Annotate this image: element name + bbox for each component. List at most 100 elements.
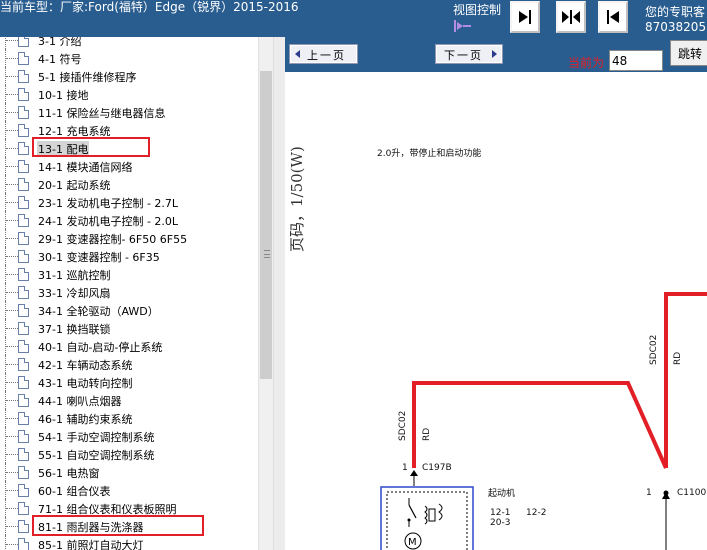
- annotation-box-81-1: [32, 515, 204, 536]
- document-icon: [18, 106, 29, 119]
- tree-item[interactable]: 23-1 发动机电子控制 - 2.7L: [0, 193, 258, 211]
- document-icon: [18, 466, 29, 479]
- split-view-button[interactable]: [556, 1, 586, 33]
- tree-branch: [6, 436, 18, 437]
- tree-branch: [6, 166, 18, 167]
- document-icon: [18, 430, 29, 443]
- tree-connector: [5, 37, 6, 49]
- starter-label: 起动机: [488, 489, 516, 499]
- chapter-tree: 3-1 介绍 4-1 符号 5-1 接插件维修程序 10-1 接地 11-1 保险丝与继…: [0, 37, 258, 550]
- tree-item[interactable]: 42-1 车辆动态系统: [0, 355, 258, 373]
- tree-item[interactable]: 5-1 接插件维修程序: [0, 67, 258, 85]
- tree-item[interactable]: 55-1 自动空调控制系统: [0, 445, 258, 463]
- tree-branch: [6, 112, 18, 113]
- document-icon: [18, 412, 29, 425]
- tree-item[interactable]: 10-1 接地: [0, 85, 258, 103]
- tree-item-label: 3-1 介绍: [38, 37, 82, 48]
- tree-branch: [6, 292, 18, 293]
- tree-branch: [6, 220, 18, 221]
- tree-item[interactable]: 46-1 辅助约束系统: [0, 409, 258, 427]
- tree-item[interactable]: 30-1 变速器控制 - 6F35: [0, 247, 258, 265]
- document-icon: [18, 484, 29, 497]
- annotation-box-13-1: [32, 137, 150, 157]
- tree-item[interactable]: 14-1 模块通信网络: [0, 157, 258, 175]
- tree-item-label: 85-1 前照灯自动大灯: [38, 539, 144, 550]
- tree-branch: [6, 94, 18, 95]
- tree-branch: [6, 58, 18, 59]
- tree-item-label: 29-1 变速器控制- 6F50 6F55: [38, 233, 188, 246]
- document-icon: [18, 250, 29, 263]
- view-control-icon: [454, 20, 471, 32]
- tree-branch: [6, 148, 18, 149]
- page-number-input[interactable]: [609, 50, 663, 71]
- tree-branch: [6, 418, 18, 419]
- tree-item[interactable]: 29-1 变速器控制- 6F50 6F55: [0, 229, 258, 247]
- tree-item[interactable]: 37-1 换挡联锁: [0, 319, 258, 337]
- tree-item[interactable]: 4-1 符号: [0, 49, 258, 67]
- document-icon: [18, 178, 29, 191]
- tree-branch: [6, 508, 18, 509]
- tree-item[interactable]: 40-1 自动-启动-停止系统: [0, 337, 258, 355]
- tree-item-label: 56-1 电热窗: [38, 467, 100, 480]
- tree-item-label: 34-1 全轮驱动（AWD）: [38, 305, 159, 318]
- panel-splitter[interactable]: [273, 37, 285, 550]
- tree-item-label: 11-1 保险丝与继电器信息: [38, 107, 166, 120]
- tree-item[interactable]: 24-1 发动机电子控制 - 2.0L: [0, 211, 258, 229]
- document-icon: [18, 196, 29, 209]
- tree-branch: [6, 490, 18, 491]
- tree-item[interactable]: 44-1 喇叭点烟器: [0, 391, 258, 409]
- tree-branch: [6, 346, 18, 347]
- tree-item-label: 20-1 起动系统: [38, 179, 111, 192]
- prev-page-button[interactable]: 上一页: [289, 44, 358, 64]
- collapse-left-button[interactable]: [510, 1, 540, 33]
- tree-branch: [6, 130, 18, 131]
- tree-item-label: 37-1 换挡联锁: [38, 323, 111, 336]
- document-toolbar: 上一页 下一页 当前为 跳转: [285, 37, 707, 72]
- tree-item[interactable]: 60-1 组合仪表: [0, 481, 258, 499]
- tree-connector: [5, 535, 6, 550]
- tree-item[interactable]: 3-1 介绍: [0, 37, 258, 49]
- vehicle-title: 当前车型：厂家:Ford(福特）Edge（锐界）2015-2016: [0, 0, 299, 14]
- current-page-label: 当前为: [568, 56, 605, 70]
- tree-item-label: 60-1 组合仪表: [38, 485, 111, 498]
- motor-letter: M: [408, 537, 417, 548]
- connector-left: C197B: [422, 463, 452, 473]
- collapse-right-button[interactable]: [598, 1, 628, 33]
- tree-branch: [6, 328, 18, 329]
- tree-item[interactable]: 20-1 起动系统: [0, 175, 258, 193]
- consultant-phone: 87038205: [645, 20, 707, 34]
- consultant-info: 您的专职客 87038205: [645, 5, 706, 35]
- jump-button[interactable]: 跳转: [670, 40, 707, 66]
- tree-item[interactable]: 56-1 电热窗: [0, 463, 258, 481]
- tree-item[interactable]: 34-1 全轮驱动（AWD）: [0, 301, 258, 319]
- tree-branch: [6, 400, 18, 401]
- starter-box: [380, 486, 474, 550]
- tree-item[interactable]: 54-1 手动空调控制系统: [0, 427, 258, 445]
- arrow-left-icon: [295, 50, 300, 58]
- wire-right: [664, 292, 707, 468]
- document-icon: [18, 322, 29, 335]
- document-icon: [18, 160, 29, 173]
- tree-scrollbar-thumb[interactable]: [260, 71, 272, 379]
- next-page-button[interactable]: 下一页: [435, 44, 503, 64]
- tree-item[interactable]: 85-1 前照灯自动大灯: [0, 535, 258, 550]
- tree-item[interactable]: 43-1 电动转向控制: [0, 373, 258, 391]
- document-icon: [18, 304, 29, 317]
- tree-item-label: 31-1 巡航控制: [38, 269, 111, 282]
- wire-left-color: RD: [422, 427, 432, 441]
- tree-item[interactable]: 31-1 巡航控制: [0, 265, 258, 283]
- tree-item-label: 42-1 车辆动态系统: [38, 359, 133, 372]
- tree-scrollbar[interactable]: [258, 37, 273, 550]
- document-icon: [18, 70, 29, 83]
- split-view-icon: [562, 10, 580, 24]
- tree-item[interactable]: 33-1 冷却风扇: [0, 283, 258, 301]
- tree-branch: [6, 40, 18, 41]
- document-icon: [18, 142, 29, 155]
- arrow-right-icon: [492, 50, 497, 58]
- tree-item-label: 24-1 发动机电子控制 - 2.0L: [38, 215, 179, 228]
- grip-icon: [264, 250, 270, 258]
- app-header: 当前车型：厂家:Ford(福特）Edge（锐界）2015-2016 视图控制 您…: [0, 0, 707, 37]
- tree-item[interactable]: 11-1 保险丝与继电器信息: [0, 103, 258, 121]
- tree-item-label: 5-1 接插件维修程序: [38, 71, 137, 84]
- document-icon: [18, 358, 29, 371]
